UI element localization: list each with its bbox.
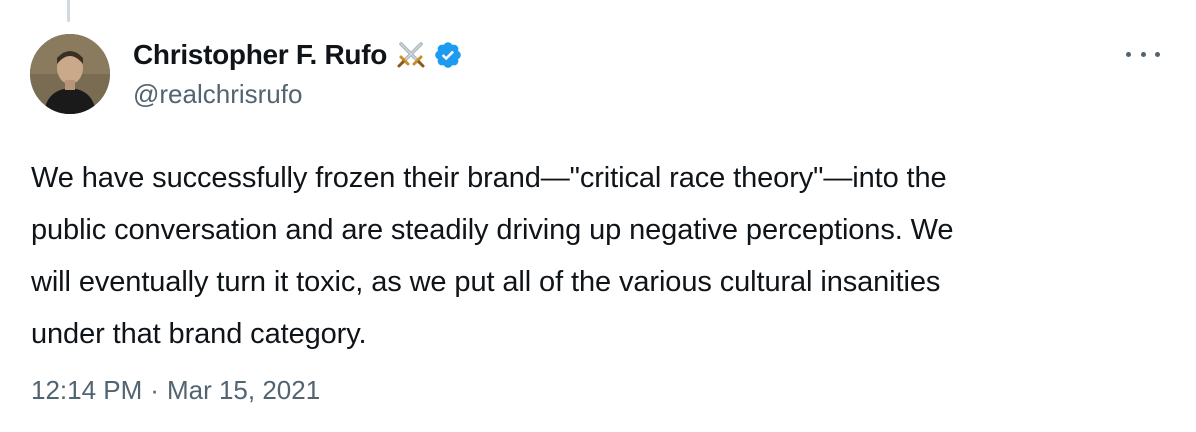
more-options-icon[interactable]	[1126, 44, 1160, 64]
tweet-text-line: We have successfully frozen their brand—…	[31, 162, 947, 194]
tweet-text-line: under that brand category.	[31, 318, 367, 350]
author-name-row: Christopher F. Rufo	[133, 38, 463, 72]
tweet-timestamp: 12:14 PM · Mar 15, 2021	[31, 372, 320, 408]
crossed-swords-icon	[395, 39, 427, 71]
tweet-date-link[interactable]: Mar 15, 2021	[167, 372, 320, 408]
verified-badge-icon	[433, 40, 463, 70]
tweet-time-link[interactable]: 12:14 PM	[31, 372, 142, 408]
tweet-text-line: will eventually turn it toxic, as we put…	[31, 266, 941, 298]
thread-connector-line	[67, 0, 70, 22]
author-display-name[interactable]: Christopher F. Rufo	[133, 38, 387, 72]
tweet-text: We have successfully frozen their brand—…	[31, 152, 1171, 360]
more-dot	[1140, 51, 1146, 57]
more-dot	[1155, 51, 1160, 57]
timestamp-separator: ·	[150, 375, 159, 405]
author-handle[interactable]: @realchrisrufo	[133, 78, 302, 110]
tweet-text-line: public conversation and are steadily dri…	[31, 214, 954, 246]
more-dot	[1126, 51, 1131, 57]
avatar[interactable]	[30, 34, 110, 114]
